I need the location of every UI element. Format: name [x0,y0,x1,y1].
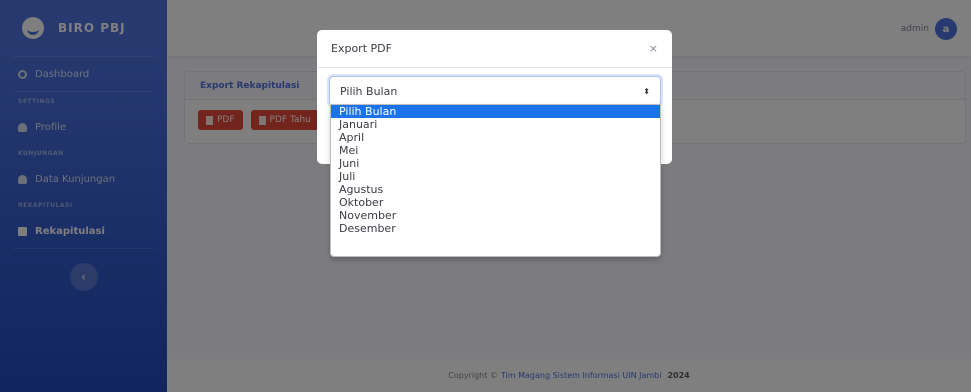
dropdown-option[interactable]: Agustus [331,183,660,196]
month-select[interactable]: Pilih Bulan ⬍ [329,76,661,106]
dropdown-option[interactable]: Pilih Bulan [331,105,660,118]
month-dropdown-list: Pilih Bulan Januari April Mei Juni Juli … [330,104,661,257]
dropdown-option[interactable]: November [331,209,660,222]
month-select-value: Pilih Bulan [340,84,398,98]
dropdown-option[interactable]: Juni [331,157,660,170]
dropdown-option[interactable]: April [331,131,660,144]
dropdown-option[interactable]: Desember [331,222,660,235]
dropdown-option[interactable]: Januari [331,118,660,131]
dropdown-option[interactable]: Juli [331,170,660,183]
close-icon[interactable]: × [649,42,658,55]
dropdown-option[interactable]: Oktober [331,196,660,209]
modal-header: Export PDF × [317,30,672,68]
modal-title: Export PDF [331,42,392,55]
dropdown-option[interactable]: Mei [331,144,660,157]
select-arrows-icon: ⬍ [643,86,650,96]
